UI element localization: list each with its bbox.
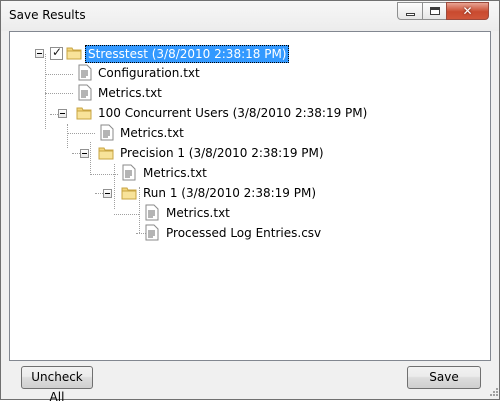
folder-icon	[66, 47, 82, 60]
minimize-icon	[406, 13, 415, 16]
maximize-icon	[430, 7, 440, 15]
tree-node-label: Processed Log Entries.csv	[166, 226, 322, 240]
folder-icon	[98, 147, 114, 160]
tree-node-folder[interactable]: Run 1 (3/8/2010 2:38:19 PM)	[10, 184, 490, 202]
uncheck-all-button[interactable]: Uncheck All	[21, 366, 93, 404]
minimize-button[interactable]	[397, 2, 423, 20]
tree-node-file[interactable]: Configuration.txt	[10, 64, 490, 82]
tree-node-label: Stresstest (3/8/2010 2:38:18 PM)	[85, 45, 290, 63]
checkmark-icon: ✓	[52, 45, 63, 59]
tree-node-folder[interactable]: Precision 1 (3/8/2010 2:38:19 PM)	[10, 144, 490, 162]
tree-node-file[interactable]: Metrics.txt	[10, 84, 490, 102]
collapse-icon[interactable]	[35, 49, 44, 58]
csv-file-icon	[145, 224, 159, 241]
tree-node-label: Metrics.txt	[98, 86, 162, 100]
resize-grip-icon[interactable]	[487, 387, 499, 399]
tree-node-label: Metrics.txt	[166, 206, 230, 220]
collapse-icon[interactable]	[103, 189, 112, 198]
save-results-window: Save Results ✕ ✓ Stresstest (3/8/2010 2:…	[0, 0, 500, 404]
maximize-button[interactable]	[422, 2, 447, 20]
text-file-icon	[122, 164, 136, 181]
tree-node-folder[interactable]: 100 Concurrent Users (3/8/2010 2:38:19 P…	[10, 104, 490, 122]
collapse-icon[interactable]	[58, 109, 67, 118]
tree-node-label: Run 1 (3/8/2010 2:38:19 PM)	[143, 186, 317, 200]
tree-node-file[interactable]: Processed Log Entries.csv	[10, 224, 490, 242]
results-tree-panel: ✓ Stresstest (3/8/2010 2:38:18 PM) Confi…	[9, 31, 491, 361]
tree-node-label: Metrics.txt	[120, 126, 184, 140]
text-file-icon	[100, 124, 114, 141]
tree-node-file[interactable]: Metrics.txt	[10, 204, 490, 222]
tree-node-stresstest[interactable]: ✓ Stresstest (3/8/2010 2:38:18 PM)	[10, 44, 490, 63]
window-title: Save Results	[9, 8, 86, 22]
tree-node-file[interactable]: Metrics.txt	[10, 124, 490, 142]
close-icon: ✕	[462, 4, 473, 18]
tree-node-label: Configuration.txt	[98, 66, 200, 80]
folder-icon	[121, 187, 137, 200]
text-file-icon	[78, 84, 92, 101]
collapse-icon[interactable]	[80, 149, 89, 158]
stresstest-checkbox[interactable]: ✓	[50, 45, 63, 60]
text-file-icon	[145, 204, 159, 221]
tree-node-label: Precision 1 (3/8/2010 2:38:19 PM)	[120, 146, 324, 160]
text-file-icon	[78, 64, 92, 81]
folder-icon	[76, 107, 92, 120]
tree-node-label: 100 Concurrent Users (3/8/2010 2:38:19 P…	[98, 106, 368, 120]
tree-node-label: Metrics.txt	[143, 166, 207, 180]
save-button[interactable]: Save	[407, 366, 481, 389]
results-tree[interactable]: ✓ Stresstest (3/8/2010 2:38:18 PM) Confi…	[10, 32, 490, 360]
close-button[interactable]: ✕	[446, 2, 489, 20]
title-bar[interactable]: Save Results ✕	[1, 1, 499, 31]
tree-node-file[interactable]: Metrics.txt	[10, 164, 490, 182]
